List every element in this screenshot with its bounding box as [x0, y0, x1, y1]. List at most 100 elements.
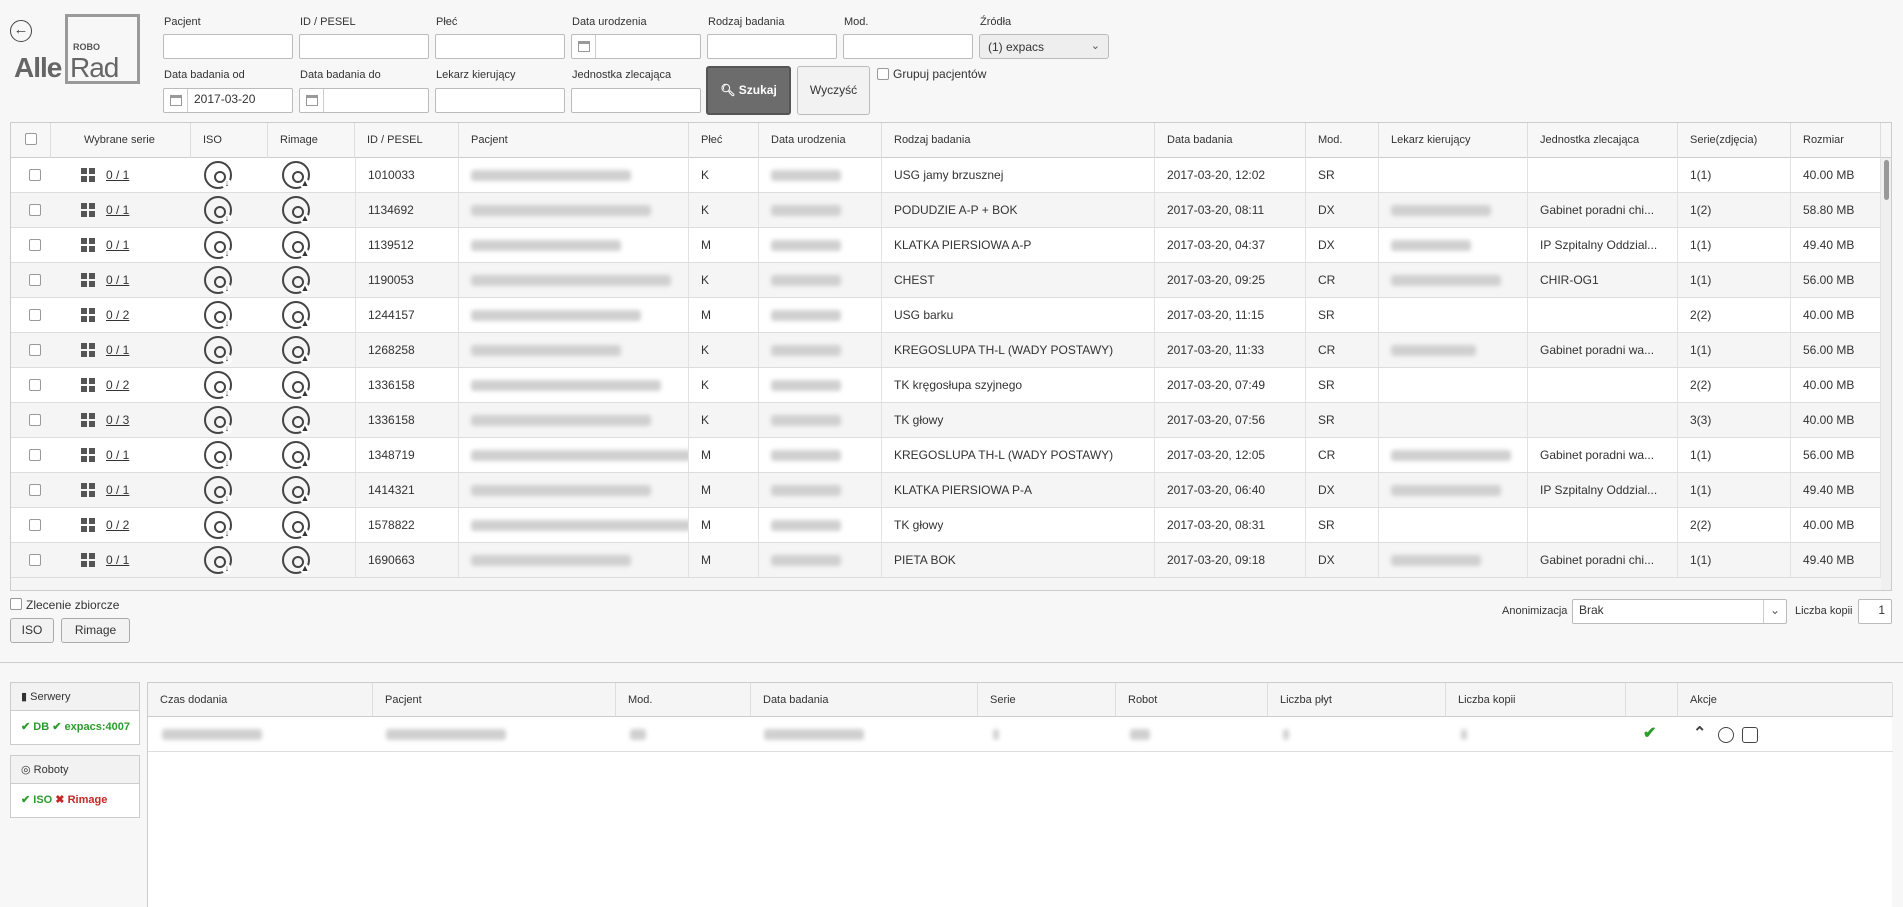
table-row[interactable]: 0 / 2 ↓ ▲ 1578822 M TK głowy 2017-03-20, 08:31…: [11, 508, 1881, 543]
selected-series-link[interactable]: 0 / 2: [106, 368, 129, 402]
series-grid-icon[interactable]: [81, 483, 95, 497]
selected-series-link[interactable]: 0 / 1: [106, 333, 129, 367]
liczba-kopii-input[interactable]: 1: [1858, 599, 1892, 624]
col-wybrane-serie[interactable]: Wybrane serie: [51, 123, 191, 158]
iso-disc-icon[interactable]: ↓: [204, 476, 232, 504]
table-row[interactable]: 0 / 1 ↓ ▲ 1414321 M KLATKA PIERSIOWA P-A 2017-…: [11, 473, 1881, 508]
selected-series-link[interactable]: 0 / 1: [106, 263, 129, 297]
table-row[interactable]: 0 / 3 ↓ ▲ 1336158 K TK głowy 2017-03-20, 07:56…: [11, 403, 1881, 438]
iso-disc-icon[interactable]: ↓: [204, 266, 232, 294]
iso-disc-icon[interactable]: ↓: [204, 371, 232, 399]
row-checkbox[interactable]: [29, 379, 41, 391]
rodzaj-badania-input[interactable]: [707, 34, 837, 59]
table-row[interactable]: 0 / 2 ↓ ▲ 1244157 M USG barku 2017-03-20, 11:1…: [11, 298, 1881, 333]
iso-disc-icon[interactable]: ↓: [204, 546, 232, 574]
move-top-icon[interactable]: ⌃: [1693, 723, 1706, 743]
selected-series-link[interactable]: 0 / 1: [106, 228, 129, 262]
rimage-disc-icon[interactable]: ▲: [282, 371, 310, 399]
col-data-urodzenia[interactable]: Data urodzenia: [759, 123, 882, 158]
series-grid-icon[interactable]: [81, 308, 95, 322]
table-row[interactable]: 0 / 1 ↓ ▲ 1134692 K PODUDZIE A-P + BOK 2017-03…: [11, 193, 1881, 228]
rimage-disc-icon[interactable]: ▲: [282, 511, 310, 539]
selected-series-link[interactable]: 0 / 2: [106, 298, 129, 332]
table-row[interactable]: 0 / 2 ↓ ▲ 1336158 K TK kręgosłupa szyjnego 201…: [11, 368, 1881, 403]
col-plec[interactable]: Płeć: [689, 123, 759, 158]
data-do-input[interactable]: [299, 88, 429, 113]
rimage-disc-icon[interactable]: ▲: [282, 266, 310, 294]
iso-button[interactable]: ISO: [10, 618, 54, 643]
col-data-badania[interactable]: Data badania: [1155, 123, 1306, 158]
group-patients-checkbox[interactable]: [877, 68, 889, 80]
mod-input[interactable]: [843, 34, 973, 59]
row-checkbox[interactable]: [29, 519, 41, 531]
zrodla-select[interactable]: (1) expacs ⌄: [979, 34, 1109, 59]
series-grid-icon[interactable]: [81, 168, 95, 182]
zlecenie-zbiorcze-checkbox[interactable]: [10, 598, 22, 610]
col-jednostka[interactable]: Jednostka zlecająca: [1528, 123, 1678, 158]
disc-export-icon[interactable]: [1742, 727, 1758, 743]
iso-disc-icon[interactable]: ↓: [204, 196, 232, 224]
lekarz-input[interactable]: [435, 88, 565, 113]
row-checkbox[interactable]: [29, 204, 41, 216]
iso-disc-icon[interactable]: ↓: [204, 406, 232, 434]
jednostka-input[interactable]: [571, 88, 701, 113]
row-checkbox[interactable]: [29, 274, 41, 286]
rimage-disc-icon[interactable]: ▲: [282, 196, 310, 224]
rimage-disc-icon[interactable]: ▲: [282, 406, 310, 434]
data-od-input[interactable]: 2017-03-20: [163, 88, 293, 113]
table-row[interactable]: 0 / 1 ↓ ▲ 1139512 M KLATKA PIERSIOWA A-P 2017-…: [11, 228, 1881, 263]
rimage-disc-icon[interactable]: ▲: [282, 441, 310, 469]
col-lekarz[interactable]: Lekarz kierujący: [1379, 123, 1528, 158]
row-checkbox[interactable]: [29, 239, 41, 251]
rimage-button[interactable]: Rimage: [61, 618, 130, 643]
iso-disc-icon[interactable]: ↓: [204, 301, 232, 329]
rimage-disc-icon[interactable]: ▲: [282, 161, 310, 189]
pacjent-input[interactable]: [163, 34, 293, 59]
series-grid-icon[interactable]: [81, 413, 95, 427]
iso-disc-icon[interactable]: ↓: [204, 511, 232, 539]
id-pesel-input[interactable]: [299, 34, 429, 59]
col-id-pesel[interactable]: ID / PESEL: [355, 123, 459, 158]
col-rozmiar[interactable]: Rozmiar: [1791, 123, 1881, 158]
series-grid-icon[interactable]: [81, 238, 95, 252]
table-row[interactable]: 0 / 1 ↓ ▲ 1268258 K KREGOSLUPA TH-L (WADY POS…: [11, 333, 1881, 368]
rimage-disc-icon[interactable]: ▲: [282, 231, 310, 259]
row-checkbox[interactable]: [29, 554, 41, 566]
row-checkbox[interactable]: [29, 449, 41, 461]
selected-series-link[interactable]: 0 / 2: [106, 508, 129, 542]
table-row[interactable]: 0 / 1 ↓ ▲ 1348719 M KREGOSLUPA TH-L (WADY POS…: [11, 438, 1881, 473]
rimage-disc-icon[interactable]: ▲: [282, 546, 310, 574]
col-mod[interactable]: Mod.: [1306, 123, 1379, 158]
series-grid-icon[interactable]: [81, 518, 95, 532]
table-scrollbar[interactable]: [1881, 158, 1891, 590]
disc-burn-icon[interactable]: [1718, 727, 1734, 743]
search-button[interactable]: 🔍︎ Szukaj: [706, 66, 791, 115]
table-row[interactable]: 0 / 1 ↓ ▲ 1010033 K USG jamy brzusznej 2017-03…: [11, 158, 1881, 193]
clear-button[interactable]: Wyczyść: [797, 66, 870, 115]
series-grid-icon[interactable]: [81, 273, 95, 287]
row-checkbox[interactable]: [29, 414, 41, 426]
iso-disc-icon[interactable]: ↓: [204, 161, 232, 189]
select-all-checkbox[interactable]: [25, 133, 37, 145]
selected-series-link[interactable]: 0 / 1: [106, 193, 129, 227]
anonimizacja-select[interactable]: Brak ⌄: [1572, 599, 1787, 624]
col-serie[interactable]: Serie(zdjęcia): [1678, 123, 1791, 158]
row-checkbox[interactable]: [29, 344, 41, 356]
iso-disc-icon[interactable]: ↓: [204, 441, 232, 469]
series-grid-icon[interactable]: [81, 203, 95, 217]
col-iso[interactable]: ISO: [191, 123, 268, 158]
selected-series-link[interactable]: 0 / 1: [106, 158, 129, 192]
series-grid-icon[interactable]: [81, 378, 95, 392]
rimage-disc-icon[interactable]: ▲: [282, 301, 310, 329]
selected-series-link[interactable]: 0 / 1: [106, 438, 129, 472]
col-rodzaj-badania[interactable]: Rodzaj badania: [882, 123, 1155, 158]
table-row[interactable]: 0 / 1 ↓ ▲ 1690663 M PIETA BOK 2017-03-20, 09:1…: [11, 543, 1881, 578]
table-row[interactable]: 0 / 1 ↓ ▲ 1190053 K CHEST 2017-03-20, 09:25 CR C…: [11, 263, 1881, 298]
series-grid-icon[interactable]: [81, 448, 95, 462]
selected-series-link[interactable]: 0 / 3: [106, 403, 129, 437]
row-checkbox[interactable]: [29, 169, 41, 181]
row-checkbox[interactable]: [29, 484, 41, 496]
data-urodzenia-input[interactable]: [571, 34, 701, 59]
col-pacjent[interactable]: Pacjent: [459, 123, 689, 158]
series-grid-icon[interactable]: [81, 553, 95, 567]
